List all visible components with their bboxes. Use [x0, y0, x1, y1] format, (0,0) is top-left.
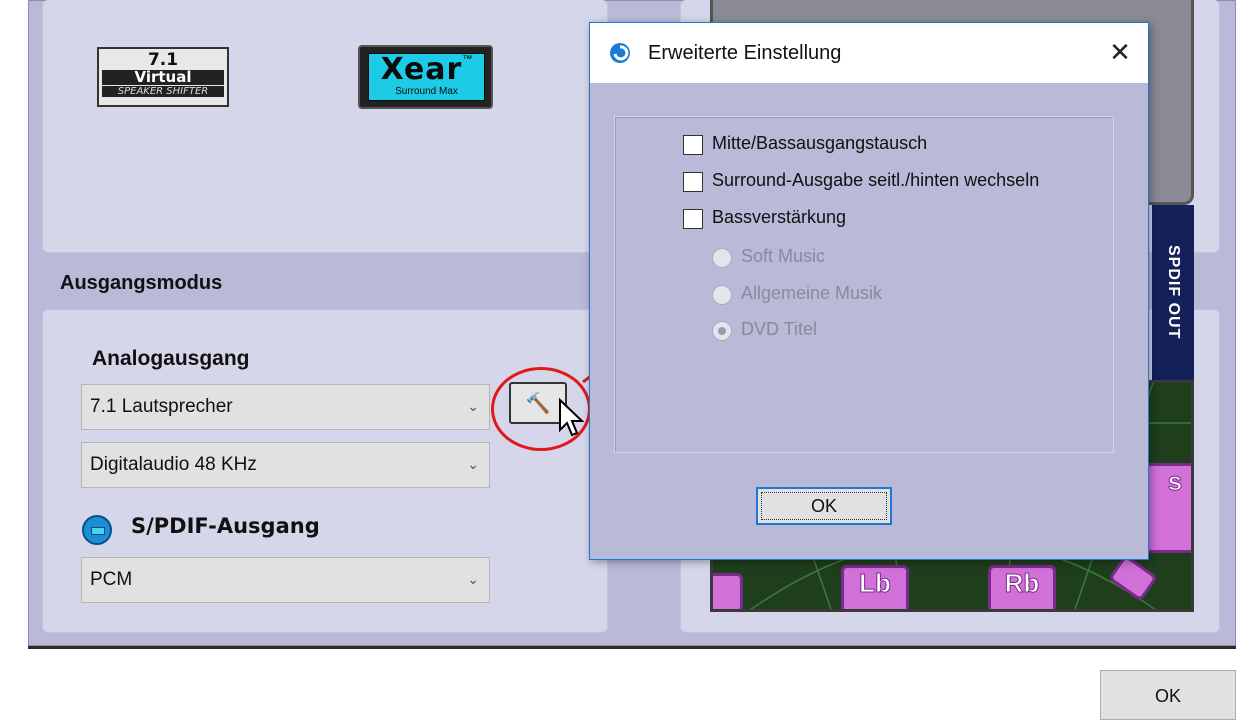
- speaker-rs[interactable]: s: [1145, 463, 1191, 553]
- speaker-ls[interactable]: [713, 573, 743, 609]
- spdif-out-label: SPDIF OUT: [1165, 245, 1182, 340]
- radio-soft-music[interactable]: [712, 248, 732, 268]
- checkbox-label: Bassverstärkung: [712, 207, 847, 227]
- dialog-title: Erweiterte Einstellung: [648, 42, 842, 64]
- divider: [28, 646, 1236, 649]
- logo-line: Virtual: [102, 70, 224, 85]
- mouse-cursor-icon: [559, 398, 585, 437]
- checkbox-label: Mitte/Bassausgangstausch: [712, 133, 928, 153]
- speaker-lb[interactable]: Lb: [841, 565, 909, 609]
- dialog-titlebar[interactable]: Erweiterte Einstellung ✕: [590, 23, 1148, 83]
- dialog-ok-button[interactable]: OK: [756, 487, 892, 525]
- logo-line: SPEAKER SHIFTER: [102, 86, 224, 97]
- output-mode-title: Ausgangsmodus: [60, 272, 223, 294]
- logo-word: Xear: [380, 52, 463, 87]
- radio-dvd-title[interactable]: [712, 321, 732, 341]
- analog-output-select[interactable]: 7.1 Lautsprecher ⌄: [81, 384, 490, 430]
- checkbox-center-bass-swap[interactable]: [683, 135, 703, 155]
- logo-line: 7.1: [147, 50, 179, 70]
- chevron-down-icon: ⌄: [467, 399, 479, 415]
- xear-surround-max-logo[interactable]: Xear™ Surround Max: [358, 45, 493, 109]
- radio-label: Soft Music: [741, 246, 826, 266]
- close-button[interactable]: ✕: [1100, 35, 1140, 71]
- speaker-label: Lb: [859, 568, 892, 599]
- checkbox-bass-boost[interactable]: [683, 209, 703, 229]
- focus-rect: [761, 492, 887, 520]
- advanced-settings-dialog: Erweiterte Einstellung ✕ Mitte/Bassausga…: [589, 22, 1149, 560]
- spdif-output-title: S/PDIF-Ausgang: [131, 514, 320, 538]
- radio-label: Allgemeine Musik: [741, 283, 883, 303]
- spdif-icon: [82, 515, 112, 545]
- speaker-rb[interactable]: Rb: [988, 565, 1056, 609]
- close-icon: ✕: [1109, 38, 1131, 68]
- chevron-down-icon: ⌄: [467, 572, 479, 588]
- speaker-label: s: [1167, 466, 1183, 497]
- radio-general-music[interactable]: [712, 285, 732, 305]
- select-value: Digitalaudio 48 KHz: [90, 454, 257, 475]
- select-value: 7.1 Lautsprecher: [90, 396, 233, 417]
- effects-card: [42, 0, 608, 253]
- radio-label: DVD Titel: [741, 319, 818, 339]
- logo-sub: Surround Max: [395, 86, 458, 97]
- virtual-speaker-shifter-logo[interactable]: 7.1 Virtual SPEAKER SHIFTER: [97, 47, 229, 107]
- checkbox-surround-swap[interactable]: [683, 172, 703, 192]
- logo-tm: ™: [462, 54, 473, 65]
- checkbox-label: Surround-Ausgabe seitl./hinten wechseln: [712, 170, 1040, 190]
- chevron-down-icon: ⌄: [467, 457, 479, 473]
- speaker-label: Rb: [1004, 568, 1040, 599]
- app-logo-icon: [610, 43, 630, 63]
- button-label: OK: [1154, 686, 1181, 706]
- ok-button[interactable]: OK: [1100, 670, 1236, 720]
- digital-audio-select[interactable]: Digitalaudio 48 KHz ⌄: [81, 442, 490, 488]
- analog-output-title: Analogausgang: [92, 347, 250, 370]
- select-value: PCM: [90, 569, 133, 590]
- spdif-output-select[interactable]: PCM ⌄: [81, 557, 490, 603]
